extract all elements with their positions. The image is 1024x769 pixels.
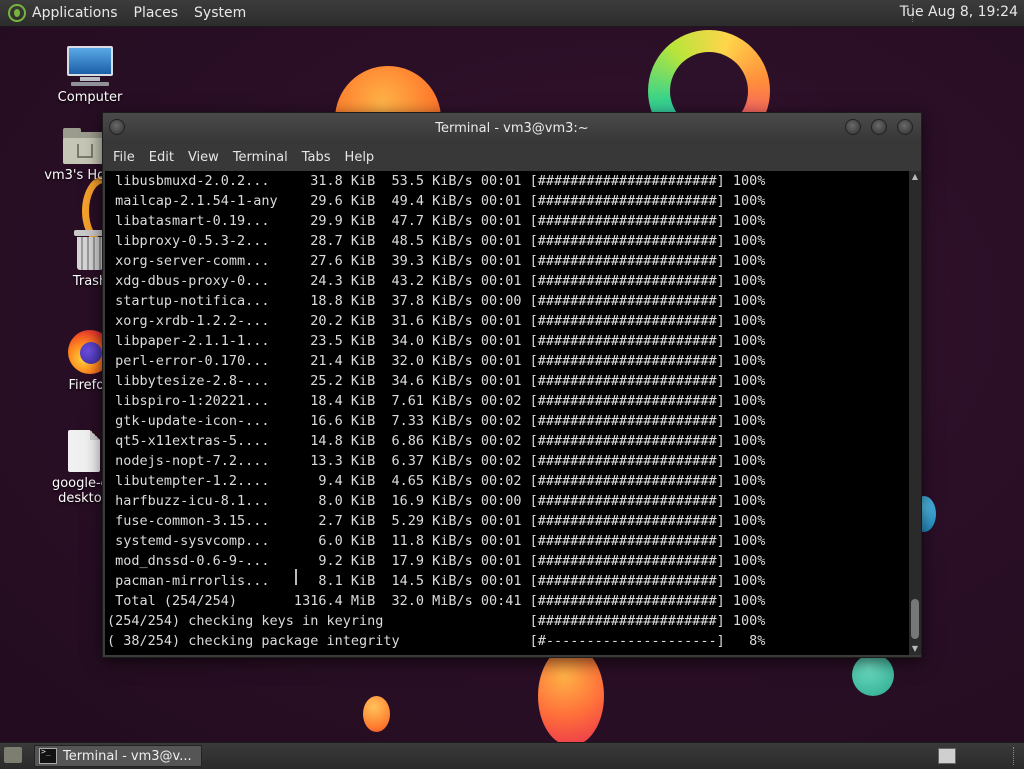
scrollbar-thumb[interactable]: [911, 599, 919, 639]
terminal-line: fuse-common-3.15... 2.7 KiB 5.29 KiB/s 0…: [107, 513, 766, 529]
taskbar-terminal-button[interactable]: Terminal - vm3@v...: [34, 745, 202, 767]
terminal-output[interactable]: libusbmuxd-2.0.2... 31.8 KiB 53.5 KiB/s …: [105, 171, 909, 655]
terminal-titlebar[interactable]: Terminal - vm3@vm3:~: [103, 113, 921, 143]
terminal-line: libspiro-1:20221... 18.4 KiB 7.61 KiB/s …: [107, 393, 766, 409]
wallpaper-small-orange-oval: [363, 696, 390, 732]
terminal-line: xorg-xrdb-1.2.2-... 20.2 KiB 31.6 KiB/s …: [107, 313, 766, 329]
menu-edit[interactable]: Edit: [149, 148, 174, 167]
menu-help[interactable]: Help: [345, 148, 375, 167]
scroll-up-arrow-icon[interactable]: ▲: [909, 171, 921, 183]
menu-tabs[interactable]: Tabs: [302, 148, 331, 167]
terminal-line: gtk-update-icon-... 16.6 KiB 7.33 KiB/s …: [107, 413, 766, 429]
panel-handle: [1013, 747, 1018, 765]
terminal-line: libatasmart-0.19... 29.9 KiB 47.7 KiB/s …: [107, 213, 766, 229]
terminal-line: xdg-dbus-proxy-0... 24.3 KiB 43.2 KiB/s …: [107, 273, 766, 289]
desktop-icon-label: Computer: [57, 90, 123, 105]
mouse-text-cursor: [295, 569, 297, 585]
terminal-line: qt5-x11extras-5.... 14.8 KiB 6.86 KiB/s …: [107, 433, 766, 449]
menu-file[interactable]: File: [113, 148, 135, 167]
menu-terminal[interactable]: Terminal: [233, 148, 288, 167]
terminal-line: libutempter-1.2.... 9.4 KiB 4.65 KiB/s 0…: [107, 473, 766, 489]
terminal-scrollbar[interactable]: ▲ ▼: [909, 171, 921, 655]
wallpaper-teal-circle: [852, 654, 894, 696]
places-menu[interactable]: Places: [134, 5, 179, 21]
clock[interactable]: Tue Aug 8, 19:24: [900, 4, 1018, 20]
desktop-icon-computer[interactable]: Computer: [50, 46, 130, 105]
terminal-line: libusbmuxd-2.0.2... 31.8 KiB 53.5 KiB/s …: [107, 173, 766, 189]
terminal-line: startup-notifica... 18.8 KiB 37.8 KiB/s …: [107, 293, 766, 309]
terminal-line: mod_dnssd-0.6-9-... 9.2 KiB 17.9 KiB/s 0…: [107, 553, 766, 569]
terminal-line: xorg-server-comm... 27.6 KiB 39.3 KiB/s …: [107, 253, 766, 269]
terminal-line: nodejs-nopt-7.2.... 13.3 KiB 6.37 KiB/s …: [107, 453, 766, 469]
taskbar-button-label: Terminal - vm3@v...: [63, 748, 192, 764]
terminal-line: Total (254/254) 1316.4 MiB 32.0 MiB/s 00…: [107, 593, 766, 609]
terminal-menubar: File Edit View Terminal Tabs Help: [103, 143, 921, 171]
show-desktop-icon[interactable]: [4, 747, 22, 763]
workspace-switcher[interactable]: [938, 748, 956, 764]
terminal-line: (254/254) checking keys in keyring [####…: [107, 613, 766, 629]
applications-menu[interactable]: Applications: [32, 5, 118, 21]
distro-logo-icon[interactable]: [8, 4, 26, 22]
menu-view[interactable]: View: [188, 148, 219, 167]
close-icon[interactable]: [897, 119, 913, 135]
system-menu[interactable]: System: [194, 5, 246, 21]
terminal-line: mailcap-2.1.54-1-any 29.6 KiB 49.4 KiB/s…: [107, 193, 766, 209]
terminal-line: libpaper-2.1.1-1... 23.5 KiB 34.0 KiB/s …: [107, 333, 766, 349]
terminal-line: systemd-sysvcomp... 6.0 KiB 11.8 KiB/s 0…: [107, 533, 766, 549]
terminal-line: pacman-mirrorlis... 8.1 KiB 14.5 KiB/s 0…: [107, 573, 766, 589]
terminal-line: libproxy-0.5.3-2... 28.7 KiB 48.5 KiB/s …: [107, 233, 766, 249]
terminal-line: harfbuzz-icu-8.1... 8.0 KiB 16.9 KiB/s 0…: [107, 493, 766, 509]
top-panel: Applications Places System Tue Aug 8, 19…: [0, 0, 1024, 27]
terminal-line: perl-error-0.170... 21.4 KiB 32.0 KiB/s …: [107, 353, 766, 369]
terminal-icon: [39, 747, 57, 764]
terminal-line: ( 38/254) checking package integrity [#-…: [107, 633, 766, 649]
computer-icon: [65, 46, 115, 86]
wallpaper-orange-oval: [538, 646, 604, 742]
minimize-icon[interactable]: [845, 119, 861, 135]
maximize-icon[interactable]: [871, 119, 887, 135]
terminal-line: libbytesize-2.8-... 25.2 KiB 34.6 KiB/s …: [107, 373, 766, 389]
terminal-window[interactable]: Terminal - vm3@vm3:~ File Edit View Term…: [102, 112, 922, 658]
bottom-panel: Terminal - vm3@v...: [0, 742, 1024, 769]
window-title: Terminal - vm3@vm3:~: [435, 121, 589, 136]
file-icon: [68, 430, 100, 472]
home-folder-icon: [63, 128, 107, 164]
scroll-down-arrow-icon[interactable]: ▼: [909, 643, 921, 655]
